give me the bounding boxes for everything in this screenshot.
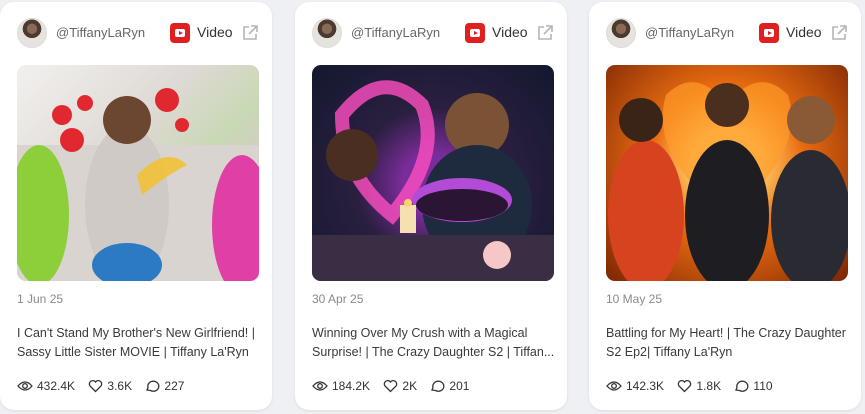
heart-icon <box>384 379 398 393</box>
eye-icon <box>17 381 33 391</box>
likes-count: 3.6K <box>107 378 133 393</box>
engagement-stats: 432.4K 3.6K 227 <box>17 378 194 393</box>
eye-icon <box>312 381 328 391</box>
youtube-icon <box>170 23 190 43</box>
views-stat: 432.4K <box>17 379 75 393</box>
post-date: 10 May 25 <box>606 292 663 306</box>
post-date: 1 Jun 25 <box>17 292 64 306</box>
card-header: @TiffanyLaRyn Video <box>312 18 553 48</box>
avatar[interactable] <box>606 18 636 48</box>
video-title[interactable]: Battling for My Heart! | The Crazy Daugh… <box>606 324 852 362</box>
comments-stat: 201 <box>430 379 469 393</box>
views-stat: 142.3K <box>606 379 664 393</box>
youtube-icon <box>465 23 485 43</box>
comments-count: 110 <box>753 378 773 393</box>
avatar[interactable] <box>312 18 342 48</box>
comment-icon <box>735 380 749 392</box>
likes-count: 1.8K <box>696 378 722 393</box>
youtube-icon <box>759 23 779 43</box>
engagement-stats: 184.2K 2K 201 <box>312 378 479 393</box>
heart-icon <box>678 379 692 393</box>
post-card[interactable]: @TiffanyLaRyn Video 10 May 25 Battling f… <box>589 2 861 410</box>
comment-icon <box>146 380 160 392</box>
post-card[interactable]: @TiffanyLaRyn Video 1 Jun 25 I Can't Sta… <box>0 2 272 410</box>
engagement-stats: 142.3K 1.8K 110 <box>606 378 783 393</box>
content-type-label: Video <box>492 24 528 40</box>
avatar[interactable] <box>17 18 47 48</box>
external-link-icon[interactable] <box>536 24 554 42</box>
content-type-label: Video <box>197 24 233 40</box>
channel-handle[interactable]: @TiffanyLaRyn <box>56 25 145 40</box>
comments-stat: 227 <box>145 379 184 393</box>
views-count: 184.2K <box>332 378 371 393</box>
card-header: @TiffanyLaRyn Video <box>17 18 258 48</box>
views-stat: 184.2K <box>312 379 370 393</box>
likes-count: 2K <box>402 378 418 393</box>
post-card[interactable]: @TiffanyLaRyn Video 30 Apr 25 Winning Ov… <box>295 2 567 410</box>
post-date: 30 Apr 25 <box>312 292 364 306</box>
video-thumbnail[interactable] <box>606 65 848 281</box>
channel-handle[interactable]: @TiffanyLaRyn <box>351 25 440 40</box>
eye-icon <box>606 381 622 391</box>
content-type-label: Video <box>786 24 822 40</box>
comments-stat: 110 <box>734 378 773 393</box>
likes-stat: 3.6K <box>88 379 132 393</box>
video-thumbnail[interactable] <box>17 65 259 281</box>
comments-count: 227 <box>164 378 185 393</box>
external-link-icon[interactable] <box>830 24 848 42</box>
video-title[interactable]: Winning Over My Crush with a Magical Sur… <box>312 324 558 362</box>
likes-stat: 2K <box>383 379 417 393</box>
video-thumbnail[interactable] <box>312 65 554 281</box>
card-header: @TiffanyLaRyn Video <box>606 18 847 48</box>
channel-handle[interactable]: @TiffanyLaRyn <box>645 25 734 40</box>
heart-icon <box>89 379 103 393</box>
comment-icon <box>431 380 445 392</box>
views-count: 142.3K <box>626 378 665 393</box>
views-count: 432.4K <box>37 378 76 393</box>
comments-count: 201 <box>449 378 470 393</box>
video-title[interactable]: I Can't Stand My Brother's New Girlfrien… <box>17 324 263 362</box>
external-link-icon[interactable] <box>241 24 259 42</box>
likes-stat: 1.8K <box>677 379 721 393</box>
